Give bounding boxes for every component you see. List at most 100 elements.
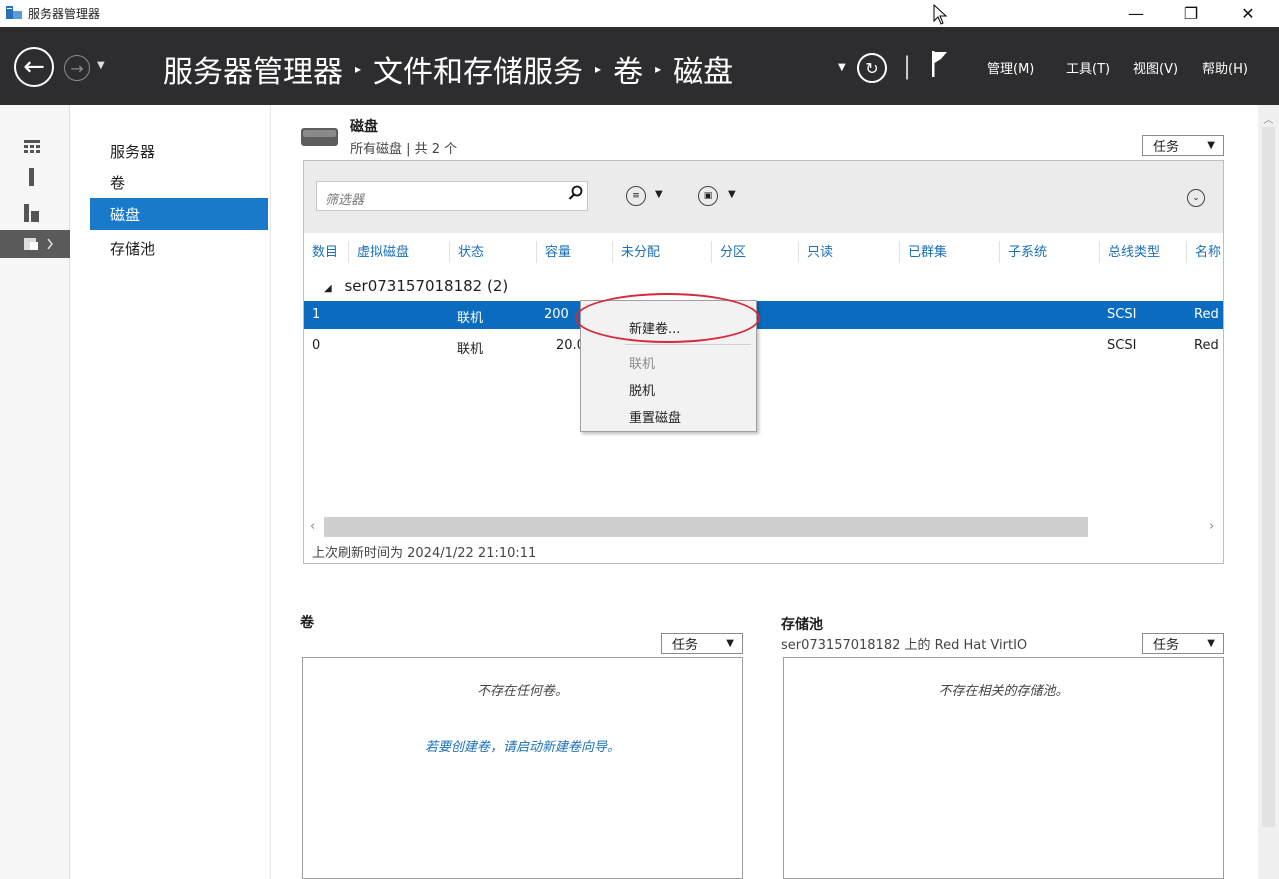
highlight-annotation-ring [575, 293, 760, 343]
save-query-icon[interactable]: ▣ [698, 186, 718, 206]
storage-pool-tasks-button[interactable]: 任务 ▼ [1142, 633, 1224, 654]
menu-item-offline[interactable]: 脱机 [629, 380, 655, 399]
scroll-up-icon[interactable]: ︿ [1258, 111, 1279, 126]
cell-capacity: 200 [544, 307, 569, 322]
server-manager-app-icon [6, 6, 22, 19]
header-bar: ← → ▼ 服务器管理器 ▸ 文件和存储服务 ▸ 卷 ▸ 磁盘 ▼ ↻ | 管理… [0, 27, 1279, 105]
breadcrumb-file-storage[interactable]: 文件和存储服务 [373, 47, 583, 91]
column-header-virtual-disk[interactable]: 虚拟磁盘 [348, 241, 409, 263]
notifications-flag-icon[interactable] [930, 49, 950, 79]
column-header-number[interactable]: 数目 [304, 241, 338, 263]
nav-item-servers[interactable]: 服务器 [90, 135, 268, 167]
back-button[interactable]: ← [14, 47, 54, 87]
cell-status: 联机 [457, 311, 484, 326]
disks-tasks-label: 任务 [1153, 140, 1180, 155]
column-header-partition[interactable]: 分区 [711, 241, 746, 263]
volumes-tasks-label: 任务 [672, 638, 699, 653]
disks-tasks-button[interactable]: 任务 ▼ [1142, 135, 1224, 156]
vertical-scrollbar[interactable]: ︿ [1258, 105, 1279, 879]
last-refresh-time: 上次刷新时间为 2024/1/22 21:10:11 [312, 546, 537, 561]
cell-number: 1 [312, 307, 321, 322]
minimize-button[interactable]: — [1113, 0, 1159, 27]
chevron-down-icon[interactable]: ▼ [728, 189, 736, 200]
column-header-read-only[interactable]: 只读 [798, 241, 833, 263]
cell-name: Red [1194, 307, 1219, 322]
search-icon[interactable] [568, 185, 584, 201]
storage-pool-panel: 不存在相关的存储池。 [783, 657, 1224, 879]
volumes-empty-message: 不存在任何卷。 [476, 684, 568, 699]
all-servers-icon[interactable] [0, 199, 70, 227]
volumes-tasks-button[interactable]: 任务 ▼ [661, 633, 743, 654]
cell-status: 联机 [457, 342, 484, 357]
header-divider: | [903, 52, 912, 80]
volumes-title: 卷 [300, 615, 314, 631]
column-header-name[interactable]: 名称 [1186, 241, 1221, 263]
chevron-down-icon[interactable]: ▼ [655, 189, 663, 200]
refresh-button[interactable]: ↻ [857, 53, 887, 83]
column-header-status[interactable]: 状态 [449, 241, 484, 263]
server-group-label: ser073157018182 (2) [344, 277, 509, 295]
menu-help[interactable]: 帮助(H) [1202, 58, 1248, 77]
title-bar: 服务器管理器 — ❐ ✕ [0, 0, 1279, 27]
nav-panel: 服务器 卷 磁盘 存储池 [71, 105, 271, 879]
restore-button[interactable]: ❐ [1168, 0, 1214, 27]
horizontal-scrollbar[interactable]: ‹ › [304, 517, 1223, 537]
scroll-right-icon[interactable]: › [1209, 519, 1214, 534]
mouse-cursor-icon [933, 4, 948, 25]
menu-tools[interactable]: 工具(T) [1066, 58, 1110, 77]
local-server-icon[interactable] [0, 163, 70, 191]
collapse-triangle-icon[interactable]: ◢ [324, 283, 332, 294]
history-dropdown-icon[interactable]: ▼ [97, 60, 105, 71]
cell-number: 0 [312, 338, 321, 353]
table-row[interactable]: 1 联机 200 SCSI Red [304, 301, 1223, 329]
breadcrumb-separator-icon: ▸ [355, 62, 362, 76]
cell-bus-type: SCSI [1107, 307, 1137, 322]
menu-view[interactable]: 视图(V) [1133, 58, 1178, 77]
icon-rail [0, 105, 70, 879]
menu-manage[interactable]: 管理(M) [987, 58, 1034, 77]
breadcrumb-separator-icon: ▸ [655, 62, 662, 76]
storage-pool-empty-message: 不存在相关的存储池。 [938, 684, 1069, 699]
dashboard-icon[interactable] [0, 133, 70, 161]
cell-bus-type: SCSI [1107, 338, 1137, 353]
nav-item-storage-pools[interactable]: 存储池 [90, 232, 268, 264]
breadcrumb-disks: 磁盘 [673, 55, 734, 90]
menu-separator [625, 344, 751, 345]
breadcrumb: 服务器管理器 ▸ 文件和存储服务 ▸ 卷 ▸ 磁盘 [163, 47, 733, 91]
list-options-icon[interactable]: ≡ [626, 186, 646, 206]
scroll-left-icon[interactable]: ‹ [310, 519, 315, 534]
scrollbar-thumb[interactable] [1262, 127, 1275, 827]
menu-item-online: 联机 [629, 357, 656, 372]
nav-item-disks[interactable]: 磁盘 [90, 198, 268, 230]
disks-table-panel: 筛选器 ≡ ▼ ▣ ▼ ⌄ 数目 虚拟磁盘 状态 容量 未分配 分区 只读 已群… [303, 160, 1224, 564]
column-header-unallocated[interactable]: 未分配 [612, 241, 660, 263]
column-header-subsystem[interactable]: 子系统 [999, 241, 1047, 263]
expand-collapse-icon[interactable]: ⌄ [1187, 189, 1205, 207]
window-title: 服务器管理器 [28, 7, 101, 21]
storage-pool-tasks-label: 任务 [1153, 638, 1180, 653]
filter-input[interactable]: 筛选器 [316, 181, 588, 211]
menu-item-reset-disk[interactable]: 重置磁盘 [629, 407, 681, 426]
storage-pool-subtitle: ser073157018182 上的 Red Hat VirtIO [781, 638, 1028, 653]
new-volume-wizard-link[interactable]: 若要创建卷，请启动新建卷向导。 [303, 736, 742, 755]
disk-icon [301, 128, 338, 146]
chevron-down-icon: ▼ [726, 638, 734, 649]
table-row[interactable]: 0 联机 20.0 SCSI Red [304, 332, 1223, 360]
chevron-down-icon: ▼ [1207, 140, 1215, 151]
disks-title: 磁盘 [350, 119, 378, 135]
file-storage-services-icon[interactable] [0, 230, 70, 258]
forward-button[interactable]: → [64, 55, 90, 81]
breadcrumb-server-manager[interactable]: 服务器管理器 [163, 47, 343, 91]
nav-item-volumes[interactable]: 卷 [90, 166, 268, 198]
breadcrumb-volumes[interactable]: 卷 [613, 47, 643, 91]
column-header-clustered[interactable]: 已群集 [899, 241, 947, 263]
column-header-capacity[interactable]: 容量 [536, 241, 571, 263]
horizontal-scrollbar-thumb[interactable] [324, 517, 1088, 537]
column-header-bus-type[interactable]: 总线类型 [1099, 241, 1160, 263]
server-group-row[interactable]: ◢ ser073157018182 (2) [324, 277, 508, 295]
breadcrumb-separator-icon: ▸ [595, 62, 602, 76]
chevron-down-icon: ▼ [1207, 638, 1215, 649]
volumes-panel: 不存在任何卷。 若要创建卷，请启动新建卷向导。 [302, 657, 743, 879]
breadcrumb-dropdown-icon[interactable]: ▼ [838, 62, 846, 73]
close-button[interactable]: ✕ [1225, 0, 1271, 27]
